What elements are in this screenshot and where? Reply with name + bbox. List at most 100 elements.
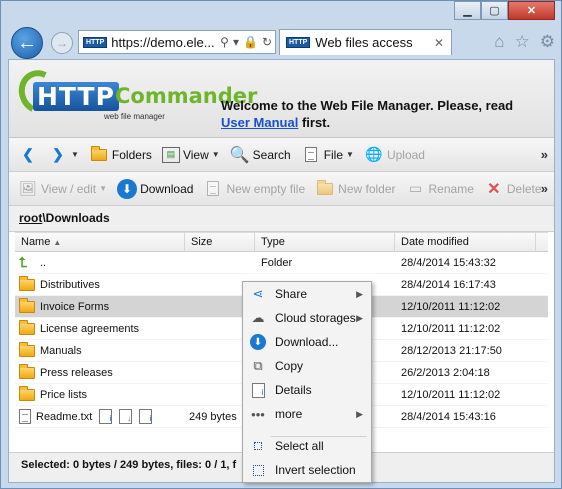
refresh-icon[interactable]: ↻ [262, 35, 272, 49]
view-icon: ▤ [161, 146, 180, 163]
url-text[interactable]: https://demo.ele... [111, 35, 216, 50]
folder-icon [19, 363, 35, 379]
menu-item-cloud-storages[interactable]: ☁ Cloud storages ▶ [243, 306, 371, 330]
http-commander-logo: HTTP Commander web file manager [12, 64, 257, 126]
delete-button[interactable]: ✕ Delete [481, 176, 545, 202]
new-folder-button[interactable]: New folder [312, 176, 398, 202]
breadcrumb-current: Downloads [45, 211, 110, 225]
more-dots-icon: ••• [251, 406, 265, 422]
rename-icon: ▭ [408, 180, 423, 196]
user-manual-link[interactable]: User Manual [221, 115, 298, 130]
lock-icon[interactable]: 🔒 [243, 35, 258, 49]
toolbar-overflow-icon[interactable]: » [541, 147, 548, 162]
rename-button[interactable]: ▭ Rename [403, 176, 477, 202]
table-row[interactable]: ⮤.. Folder 28/4/2014 15:43:32 [15, 252, 548, 274]
site-favicon-icon: HTTP [83, 36, 108, 48]
chevron-left-icon: ❮ [22, 146, 34, 162]
menu-item-invert-selection[interactable]: Invert selection [243, 458, 371, 482]
context-menu: ⋖ Share ▶ ☁ Cloud storages ▶ ⬇ Download.… [242, 281, 372, 483]
main-toolbar: ❮ ❯ ▼ Folders ▤ View ▼ 🔍 Search File ▼ 🌐… [9, 138, 554, 172]
menu-item-download[interactable]: ⬇ Download... [243, 330, 371, 354]
tab-title: Web files access [315, 35, 413, 50]
file-icon [301, 145, 321, 165]
file-menu-button[interactable]: File ▼ [298, 142, 357, 168]
menu-item-details[interactable]: i Details [243, 378, 371, 402]
folder-icon [19, 385, 35, 401]
menu-item-more[interactable]: ••• more ▶ [243, 402, 371, 426]
download-icon: ⬇ [117, 178, 138, 199]
new-empty-file-button[interactable]: New empty file [200, 176, 308, 202]
new-file-icon [203, 179, 223, 199]
menu-item-share[interactable]: ⋖ Share ▶ [243, 282, 371, 306]
browser-tab[interactable]: HTTP Web files access ✕ [279, 29, 452, 55]
copy-icon: ⧉ [253, 358, 263, 373]
nav-forward-button[interactable]: ❯ ▼ [45, 142, 82, 168]
back-button[interactable]: ← [11, 27, 43, 59]
new-folder-icon [315, 179, 335, 199]
selection-status-text: Selected: 0 bytes / 249 bytes, files: 0 … [21, 459, 237, 471]
submenu-arrow-icon: ▶ [356, 408, 363, 419]
view-edit-button[interactable]: 🖼 View / edit ▼ [15, 176, 110, 202]
submenu-arrow-icon: ▶ [356, 312, 363, 323]
upload-button[interactable]: 🌐 Upload [361, 142, 428, 168]
folders-button[interactable]: Folders [86, 142, 155, 168]
menu-item-copy[interactable]: ⧉ Copy [243, 354, 371, 378]
column-header-size[interactable]: Size [185, 233, 255, 251]
download-icon: ⬇ [250, 334, 266, 350]
search-icon: 🔍 [229, 146, 250, 164]
sort-asc-icon: ▲ [53, 238, 62, 247]
forward-button[interactable]: → [51, 32, 73, 54]
address-bar-row: ← → HTTP https://demo.ele... ⚲ ▾ 🔒 ↻ HTT… [1, 25, 561, 59]
welcome-message: Welcome to the Web File Manager. Please,… [221, 98, 514, 130]
folder-icon [19, 341, 35, 357]
browser-window: ▁ ▢ ✕ ← → HTTP https://demo.ele... ⚲ ▾ 🔒… [0, 0, 562, 489]
select-all-icon [247, 437, 269, 455]
folder-icon [19, 275, 35, 291]
maximize-button[interactable]: ▢ [481, 1, 508, 20]
folders-icon [89, 145, 109, 165]
header-banner: HTTP Commander web file manager Welcome … [9, 60, 554, 138]
tab-close-icon[interactable]: ✕ [434, 36, 444, 50]
parent-folder-up-icon: ⮤ [19, 254, 28, 270]
submenu-arrow-icon: ▶ [356, 288, 363, 299]
download-button[interactable]: ⬇ Download [114, 176, 196, 202]
home-icon[interactable]: ⌂ [494, 32, 504, 52]
settings-gear-icon[interactable]: ⚙ [540, 32, 555, 52]
nav-back-button[interactable]: ❮ [15, 142, 41, 168]
browser-toolbar-icons: ⌂ ☆ ⚙ [494, 32, 555, 52]
title-bar: ▁ ▢ ✕ [1, 1, 561, 25]
dropdown-arrow-icon[interactable]: ▾ [233, 35, 239, 49]
tab-favicon-icon: HTTP [286, 37, 311, 48]
column-header-name[interactable]: Name ▲ [15, 233, 185, 251]
toolbar-overflow-icon[interactable]: » [541, 181, 548, 196]
folder-icon [19, 297, 35, 313]
search-button[interactable]: 🔍 Search [227, 142, 294, 168]
favorites-star-icon[interactable]: ☆ [515, 32, 530, 52]
menu-item-select-all[interactable]: Select all [243, 434, 371, 458]
column-header-date-modified[interactable]: Date modified [395, 233, 536, 251]
file-info-icon[interactable]: i [99, 409, 113, 424]
grid-header: Name ▲ Size Type Date modified [15, 232, 548, 252]
minimize-button[interactable]: ▁ [454, 1, 481, 20]
breadcrumb: root\Downloads [9, 206, 554, 232]
file-download-icon[interactable]: ↓ [119, 409, 133, 424]
text-file-icon [19, 409, 31, 424]
chevron-down-icon: ▼ [346, 150, 354, 159]
chevron-right-icon: ❯ [52, 146, 64, 162]
back-arrow-icon: ← [17, 31, 37, 54]
search-icon[interactable]: ⚲ [220, 35, 229, 49]
upload-globe-icon: 🌐 [365, 146, 383, 162]
file-actions-toolbar: 🖼 View / edit ▼ ⬇ Download New empty fil… [9, 172, 554, 206]
file-details-icon[interactable]: i [139, 409, 153, 424]
close-window-button[interactable]: ✕ [508, 1, 555, 20]
details-icon: i [247, 381, 269, 399]
address-bar[interactable]: HTTP https://demo.ele... ⚲ ▾ 🔒 ↻ [78, 30, 276, 54]
delete-x-icon: ✕ [487, 180, 501, 198]
column-header-type[interactable]: Type [255, 233, 395, 251]
breadcrumb-root-link[interactable]: root [19, 211, 42, 225]
forward-arrow-icon: → [56, 36, 68, 50]
share-icon: ⋖ [252, 286, 264, 301]
invert-selection-icon [247, 461, 269, 479]
view-button[interactable]: ▤ View ▼ [159, 142, 223, 168]
chevron-down-icon: ▼ [99, 184, 108, 193]
